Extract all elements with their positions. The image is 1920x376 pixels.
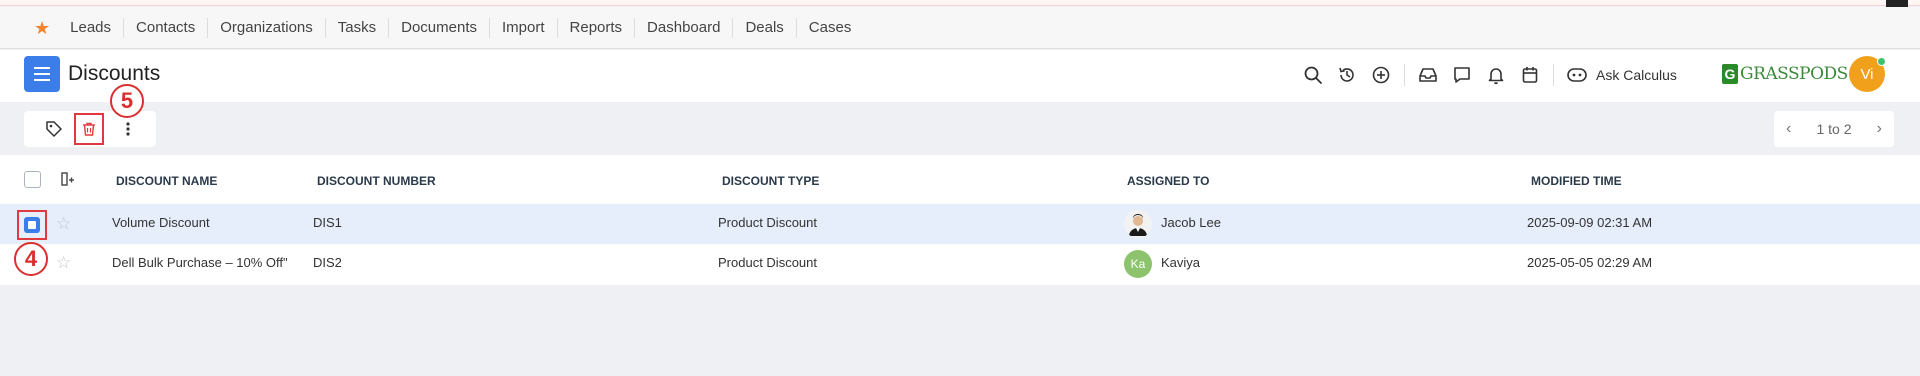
list-toolbar xyxy=(24,111,156,147)
logo-mark: G xyxy=(1722,64,1738,84)
menu-toggle-button[interactable] xyxy=(24,56,60,92)
company-logo: G GRASSPODS xyxy=(1722,64,1848,84)
column-header-discount-number[interactable]: DISCOUNT NUMBER xyxy=(317,174,436,188)
prev-page-icon[interactable]: ‹ xyxy=(1786,120,1791,138)
trash-icon xyxy=(83,122,95,136)
nav-item-deals[interactable]: Deals xyxy=(733,17,797,38)
next-page-icon[interactable]: › xyxy=(1877,120,1882,138)
search-icon[interactable] xyxy=(1296,62,1330,88)
checkbox-mark xyxy=(28,221,36,229)
hamburger-line xyxy=(34,73,50,75)
page-header: Discounts Ask Calculus G GRASSPODS Vi xyxy=(0,50,1920,102)
header-divider xyxy=(1553,64,1554,86)
discount-name[interactable]: Volume Discount xyxy=(112,215,210,230)
favorites-star-icon[interactable]: ★ xyxy=(34,19,50,37)
nav-item-documents[interactable]: Documents xyxy=(389,17,490,38)
ai-bot-icon xyxy=(1567,68,1587,82)
nav-item-tasks[interactable]: Tasks xyxy=(326,17,390,38)
main-nav: ★ Leads Contacts Organizations Tasks Doc… xyxy=(0,7,1920,49)
assignee-name[interactable]: Jacob Lee xyxy=(1161,215,1221,230)
nav-item-leads[interactable]: Leads xyxy=(58,17,125,38)
modified-time: 2025-09-09 02:31 AM xyxy=(1527,215,1653,230)
hamburger-icon xyxy=(34,67,50,69)
pagination: ‹ 1 to 2 › xyxy=(1774,111,1894,147)
page-title: Discounts xyxy=(68,62,161,85)
column-settings-icon[interactable] xyxy=(60,171,76,192)
more-vertical-icon[interactable] xyxy=(118,119,138,139)
discount-number: DIS2 xyxy=(313,255,342,270)
assignee-avatar: Ka xyxy=(1124,250,1152,278)
assignee-avatar xyxy=(1124,210,1152,238)
tag-icon[interactable] xyxy=(44,119,64,139)
annotation-badge-delete: 5 xyxy=(110,84,144,118)
page-range: 1 to 2 xyxy=(1816,121,1852,137)
top-strip xyxy=(0,0,1920,6)
select-all-checkbox[interactable] xyxy=(24,171,41,188)
favorite-star-icon[interactable]: ☆ xyxy=(56,214,71,234)
header-actions: Ask Calculus xyxy=(1296,62,1677,88)
column-header-discount-type[interactable]: DISCOUNT TYPE xyxy=(722,174,819,188)
calendar-icon[interactable] xyxy=(1513,62,1547,88)
header-divider xyxy=(1404,64,1405,86)
discounts-table: DISCOUNT NAME DISCOUNT NUMBER DISCOUNT T… xyxy=(0,155,1920,285)
row-checkbox[interactable] xyxy=(24,217,40,233)
online-status-dot xyxy=(1877,57,1886,66)
column-header-assigned-to[interactable]: ASSIGNED TO xyxy=(1127,174,1209,188)
nav-item-import[interactable]: Import xyxy=(490,17,558,38)
logo-text: GRASSPODS xyxy=(1740,64,1848,84)
inbox-icon[interactable] xyxy=(1411,62,1445,88)
assignee-name[interactable]: Kaviya xyxy=(1161,255,1200,270)
add-circle-icon[interactable] xyxy=(1364,62,1398,88)
user-avatar[interactable]: Vi xyxy=(1849,56,1886,92)
hamburger-line xyxy=(34,79,50,81)
column-header-modified-time[interactable]: MODIFIED TIME xyxy=(1531,174,1622,188)
modified-time: 2025-05-05 02:29 AM xyxy=(1527,255,1653,270)
ask-calculus-button[interactable]: Ask Calculus xyxy=(1566,66,1677,84)
annotation-badge-checkbox: 4 xyxy=(14,242,48,276)
discount-name[interactable]: Dell Bulk Purchase – 10% Off" xyxy=(112,255,288,270)
history-icon[interactable] xyxy=(1330,62,1364,88)
chat-icon[interactable] xyxy=(1445,62,1479,88)
favorite-star-icon[interactable]: ☆ xyxy=(56,253,71,273)
table-row[interactable]: ☆ Volume Discount DIS1 Product Discount … xyxy=(0,204,1920,244)
table-row[interactable]: ☆ Dell Bulk Purchase – 10% Off" DIS2 Pro… xyxy=(0,244,1920,284)
discount-type: Product Discount xyxy=(718,215,817,230)
delete-button[interactable] xyxy=(74,113,104,145)
column-header-discount-name[interactable]: DISCOUNT NAME xyxy=(116,174,217,188)
ask-calculus-label: Ask Calculus xyxy=(1596,67,1677,83)
nav-item-reports[interactable]: Reports xyxy=(558,17,636,38)
user-initials: Vi xyxy=(1860,65,1874,83)
nav-item-cases[interactable]: Cases xyxy=(797,18,864,38)
discount-type: Product Discount xyxy=(718,255,817,270)
nav-item-contacts[interactable]: Contacts xyxy=(124,17,209,38)
nav-item-dashboard[interactable]: Dashboard xyxy=(635,17,734,38)
bell-icon[interactable] xyxy=(1479,62,1513,88)
nav-item-organizations[interactable]: Organizations xyxy=(208,17,326,38)
discount-number: DIS1 xyxy=(313,215,342,230)
table-header: DISCOUNT NAME DISCOUNT NUMBER DISCOUNT T… xyxy=(0,155,1920,204)
